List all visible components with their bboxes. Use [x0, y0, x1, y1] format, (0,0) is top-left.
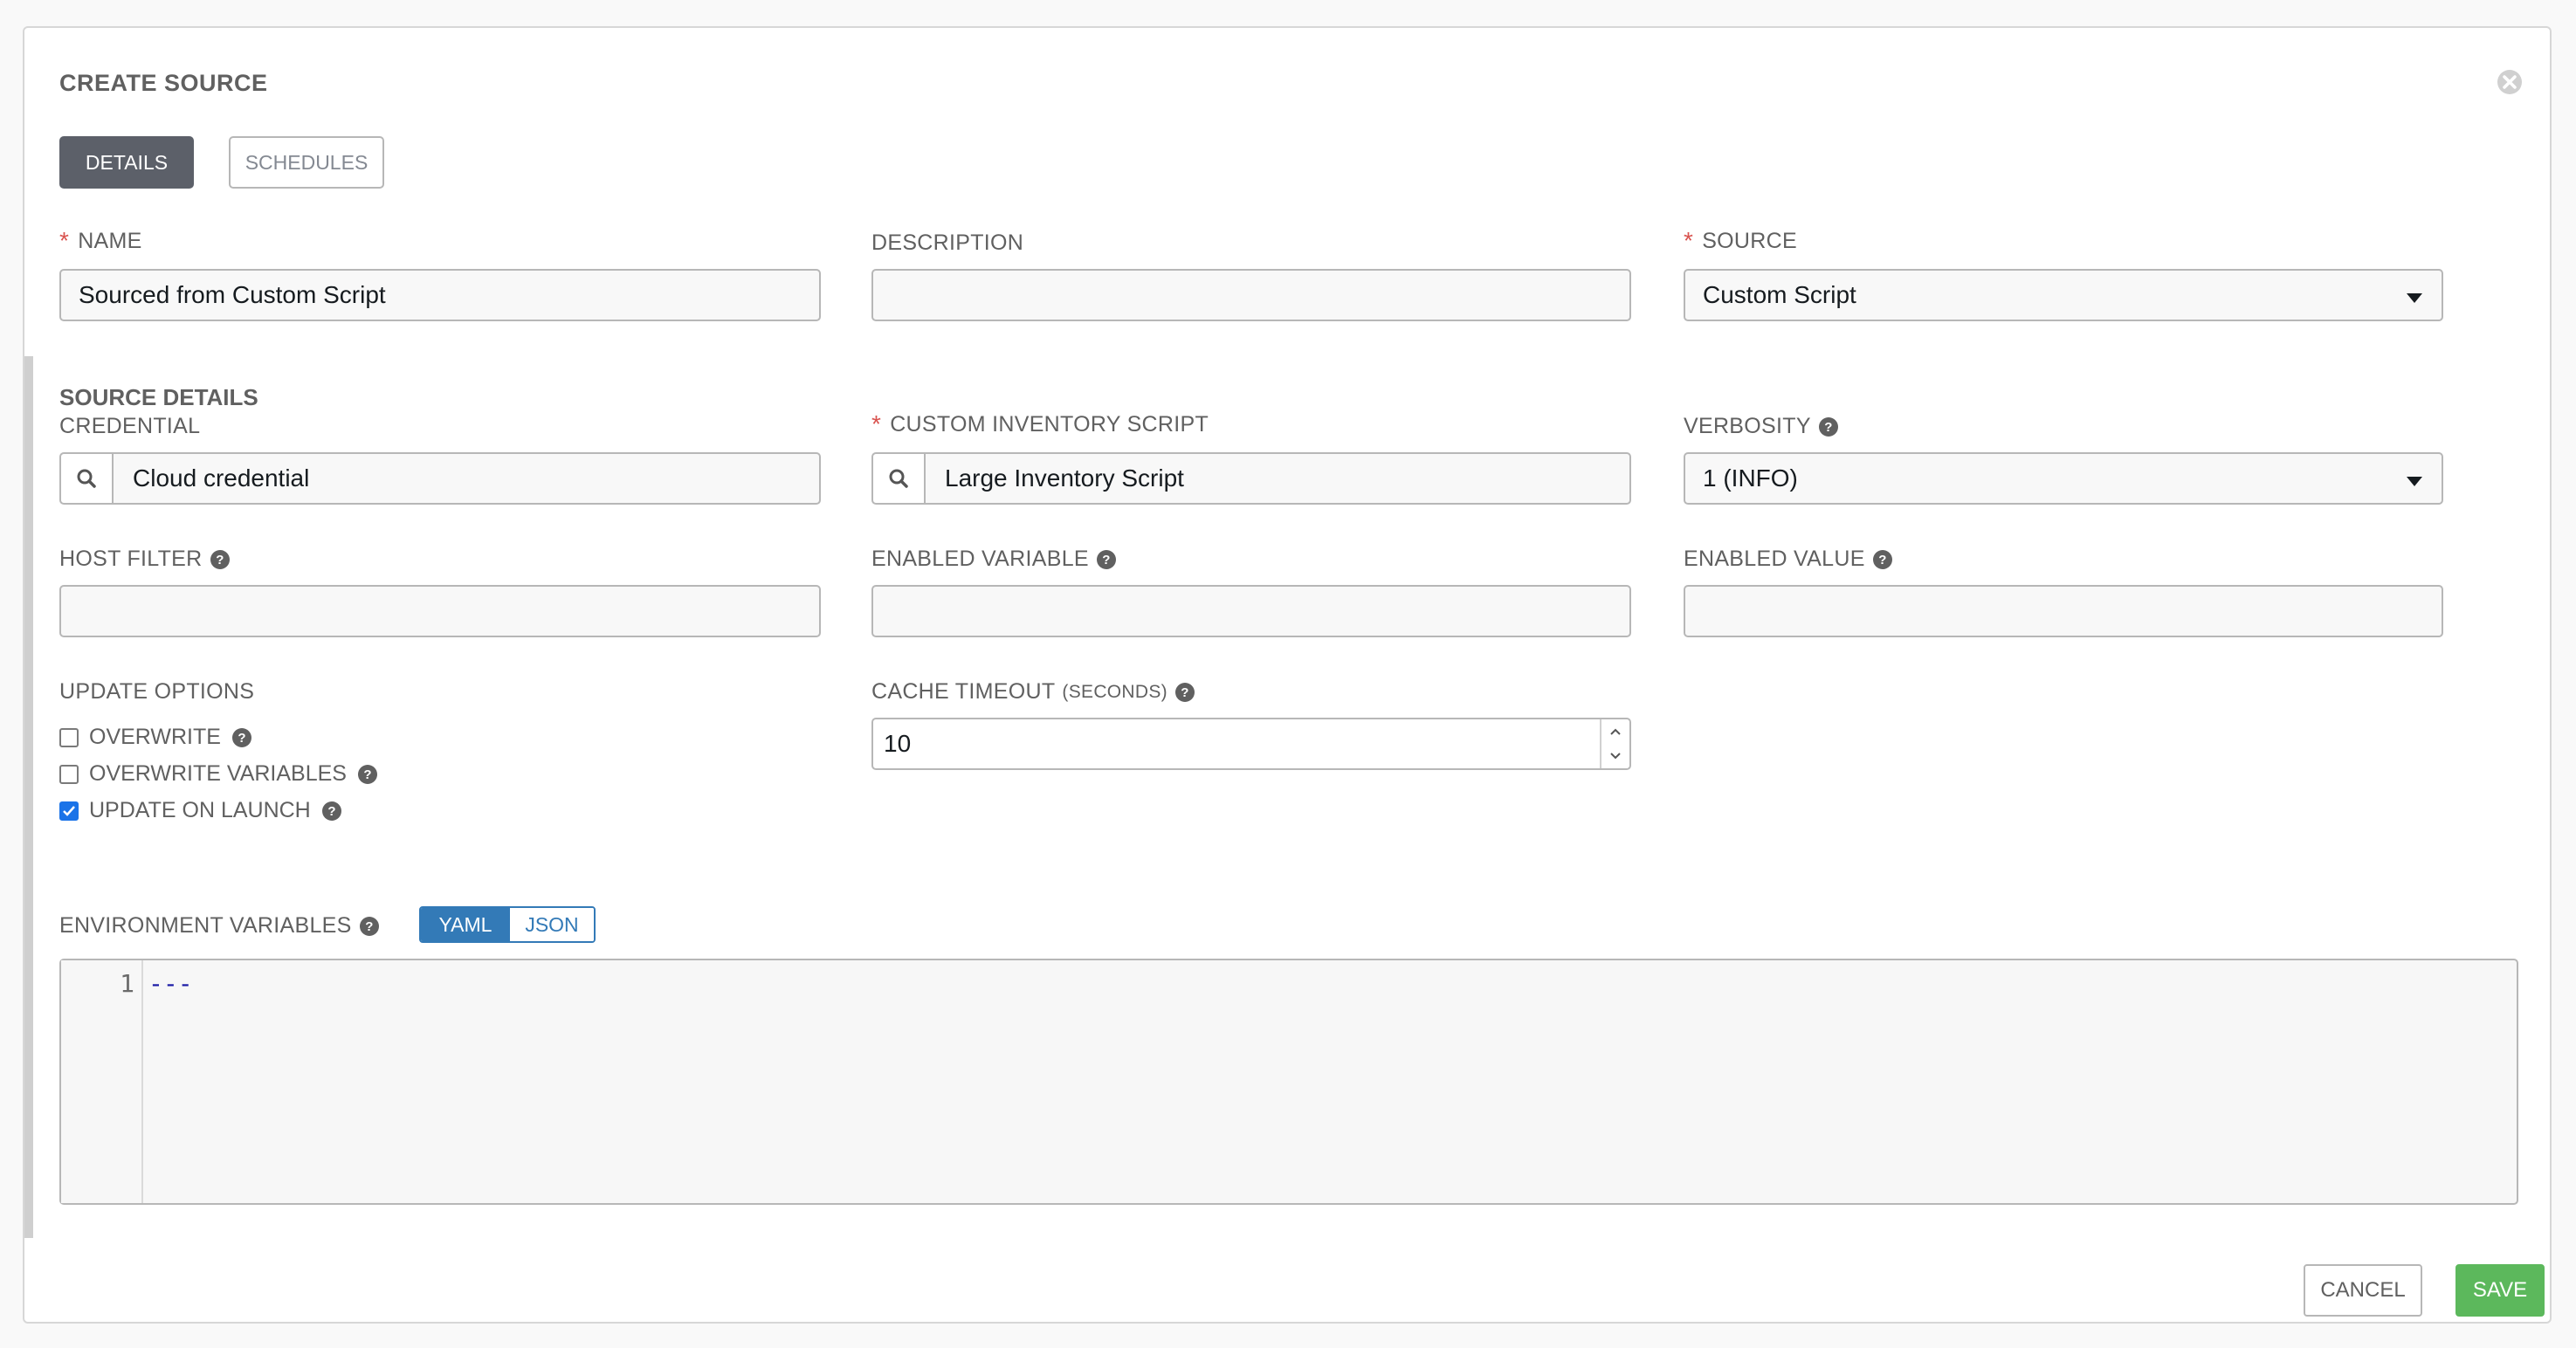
verbosity-label: VERBOSITY ? [1684, 414, 1839, 439]
svg-text:?: ? [365, 919, 373, 934]
credential-lookup[interactable]: Cloud credential [59, 452, 821, 505]
required-marker: * [1684, 227, 1694, 254]
help-icon[interactable]: ? [321, 801, 342, 822]
custom-inventory-script-label: * CUSTOM INVENTORY SCRIPT [871, 410, 1209, 438]
tab-schedules[interactable]: SCHEDULES [229, 136, 384, 189]
host-filter-label: HOST FILTER ? [59, 547, 231, 572]
chevron-up-icon[interactable] [1609, 727, 1622, 736]
svg-text:?: ? [327, 804, 335, 819]
svg-text:?: ? [1181, 685, 1188, 700]
section-indicator [24, 356, 33, 1238]
section-title: SOURCE DETAILS [59, 384, 258, 410]
enabled-variable-label: ENABLED VARIABLE ? [871, 547, 1117, 572]
svg-text:?: ? [1102, 553, 1110, 567]
environment-variables-label: ENVIRONMENT VARIABLES ? [59, 913, 380, 939]
enabled-variable-label-text: ENABLED VARIABLE [871, 547, 1089, 571]
custom-inventory-script-value: Large Inventory Script [945, 464, 1184, 492]
description-field[interactable] [871, 269, 1631, 321]
help-icon[interactable]: ? [210, 549, 231, 570]
svg-text:?: ? [216, 553, 224, 567]
overwrite-variables-label: OVERWRITE VARIABLES [89, 761, 347, 786]
tab-details[interactable]: DETAILS [59, 136, 194, 189]
caret-down-icon [2407, 477, 2422, 486]
description-label: DESCRIPTION [871, 230, 1023, 256]
yaml-toggle-button[interactable]: YAML [421, 908, 510, 941]
host-filter-label-text: HOST FILTER [59, 547, 203, 571]
enabled-value-field[interactable] [1684, 585, 2443, 637]
code-line[interactable]: --- [148, 969, 193, 998]
json-toggle-button[interactable]: JSON [510, 908, 594, 941]
update-options-label-text: UPDATE OPTIONS [59, 679, 255, 704]
create-source-panel: CREATE SOURCE DETAILS SCHEDULES * NAME S… [23, 26, 2552, 1324]
check-icon [63, 805, 75, 816]
page-title: CREATE SOURCE [59, 70, 268, 96]
help-icon[interactable]: ? [1872, 549, 1893, 570]
update-on-launch-checkbox[interactable] [59, 801, 79, 821]
format-toggle[interactable]: YAML JSON [419, 906, 596, 943]
cancel-button[interactable]: CANCEL [2304, 1264, 2422, 1317]
chevron-down-icon[interactable] [1609, 752, 1622, 760]
search-icon [889, 469, 908, 488]
overwrite-variables-option[interactable]: OVERWRITE VARIABLES ? [59, 761, 378, 787]
host-filter-field[interactable] [59, 585, 821, 637]
credential-value: Cloud credential [133, 464, 310, 492]
line-number: 1 [120, 969, 134, 998]
overwrite-option[interactable]: OVERWRITE ? [59, 725, 252, 750]
name-label-text: NAME [78, 228, 142, 253]
verbosity-value: 1 (INFO) [1703, 464, 1798, 492]
description-label-text: DESCRIPTION [871, 230, 1024, 255]
custom-inventory-script-lookup[interactable]: Large Inventory Script [871, 452, 1631, 505]
editor-gutter: 1 [61, 960, 143, 1203]
overwrite-label: OVERWRITE [89, 725, 221, 749]
help-icon[interactable]: ? [1174, 682, 1195, 703]
overwrite-checkbox[interactable] [59, 727, 79, 747]
search-icon [77, 469, 96, 488]
cache-timeout-label-text: CACHE TIMEOUT [871, 679, 1056, 704]
environment-variables-label-text: ENVIRONMENT VARIABLES [59, 913, 352, 938]
required-marker: * [871, 410, 882, 437]
svg-text:?: ? [363, 767, 371, 782]
source-label: * SOURCE [1684, 227, 1797, 255]
verbosity-select[interactable]: 1 (INFO) [1684, 452, 2443, 505]
credential-label-text: CREDENTIAL [59, 414, 201, 438]
save-button[interactable]: SAVE [2455, 1264, 2545, 1317]
name-field[interactable]: Sourced from Custom Script [59, 269, 821, 321]
enabled-value-label: ENABLED VALUE ? [1684, 547, 1893, 572]
enabled-value-label-text: ENABLED VALUE [1684, 547, 1865, 571]
code-editor[interactable]: 1 --- [59, 959, 2518, 1205]
svg-text:?: ? [1878, 553, 1886, 567]
cache-timeout-unit: (SECONDS) [1062, 681, 1167, 702]
source-label-text: SOURCE [1702, 228, 1797, 253]
close-icon[interactable] [2494, 66, 2525, 98]
svg-text:?: ? [1824, 420, 1832, 435]
enabled-variable-field[interactable] [871, 585, 1631, 637]
svg-text:?: ? [238, 731, 245, 746]
credential-search-button[interactable] [61, 454, 114, 503]
custom-inventory-script-label-text: CUSTOM INVENTORY SCRIPT [890, 411, 1209, 437]
verbosity-label-text: VERBOSITY [1684, 414, 1811, 438]
cache-timeout-stepper[interactable] [1600, 719, 1629, 768]
help-icon[interactable]: ? [231, 727, 252, 748]
required-marker: * [59, 227, 70, 254]
caret-down-icon [2407, 293, 2422, 303]
help-icon[interactable]: ? [1818, 416, 1839, 437]
help-icon[interactable]: ? [357, 764, 378, 785]
name-label: * NAME [59, 227, 142, 255]
source-select-value: Custom Script [1703, 281, 1856, 308]
script-search-button[interactable] [873, 454, 926, 503]
credential-label: CREDENTIAL [59, 414, 200, 439]
update-on-launch-label: UPDATE ON LAUNCH [89, 798, 311, 822]
help-icon[interactable]: ? [359, 916, 380, 937]
name-field-value: Sourced from Custom Script [79, 281, 386, 308]
update-on-launch-option[interactable]: UPDATE ON LAUNCH ? [59, 798, 342, 823]
cache-timeout-label: CACHE TIMEOUT (SECONDS) ? [871, 679, 1195, 705]
help-icon[interactable]: ? [1096, 549, 1117, 570]
cache-timeout-value: 10 [884, 730, 912, 757]
update-options-label: UPDATE OPTIONS [59, 679, 254, 705]
source-select[interactable]: Custom Script [1684, 269, 2443, 321]
cache-timeout-input[interactable]: 10 [871, 718, 1631, 770]
overwrite-variables-checkbox[interactable] [59, 764, 79, 784]
